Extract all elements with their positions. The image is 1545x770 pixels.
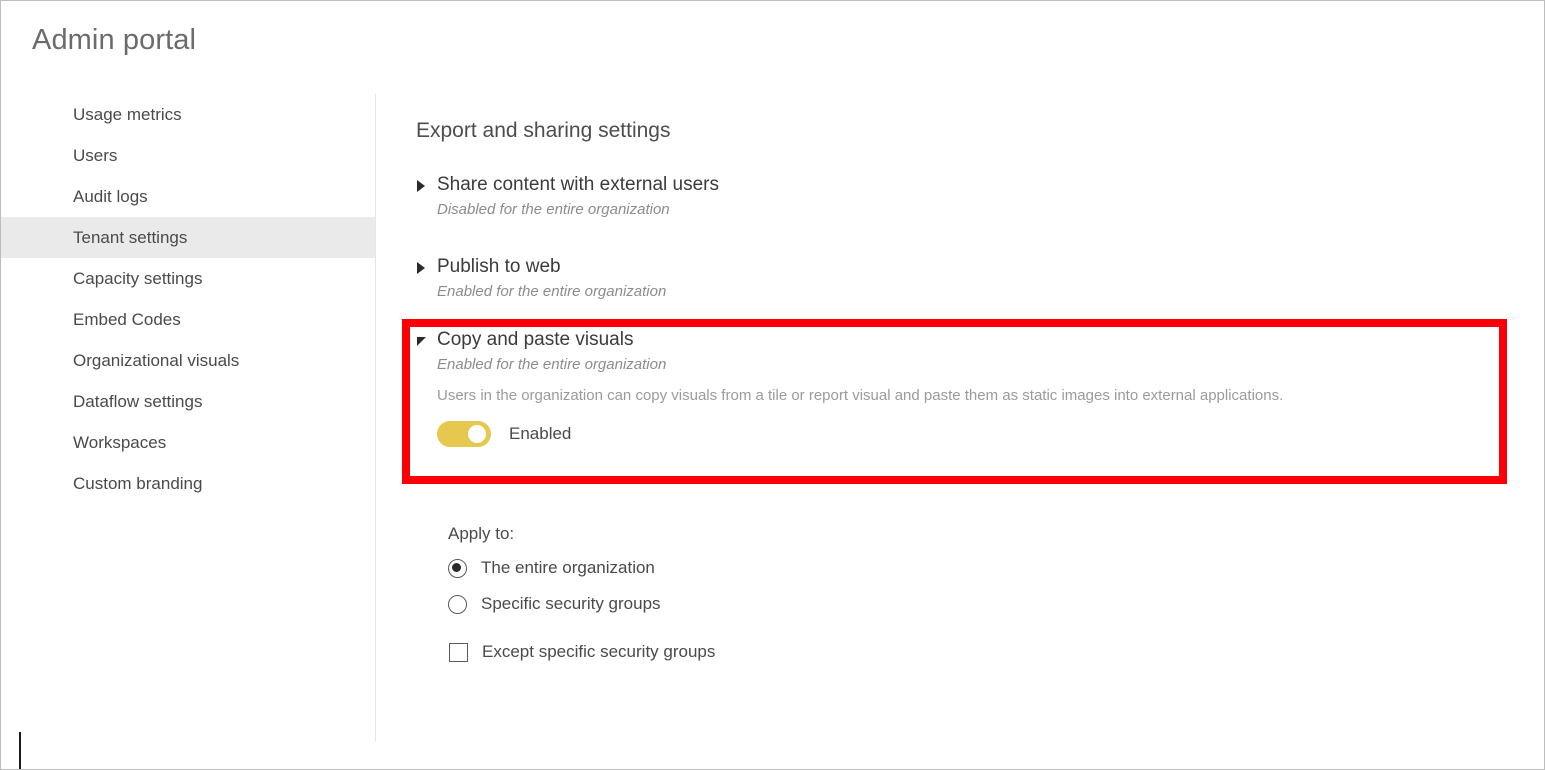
radio-icon-unselected[interactable] xyxy=(448,594,467,614)
sidebar-navigation: Usage metrics Users Audit logs Tenant se… xyxy=(1,94,376,742)
sidebar-item-label: Organizational visuals xyxy=(73,350,240,370)
setting-title: Copy and paste visuals xyxy=(437,329,634,350)
setting-status: Enabled for the entire organization xyxy=(437,283,667,300)
setting-publish-to-web: Publish to web Enabled for the entire or… xyxy=(416,254,666,303)
radio-specific-security-groups[interactable]: Specific security groups xyxy=(448,590,715,618)
chevron-right-icon[interactable] xyxy=(416,262,430,274)
setting-status: Enabled for the entire organization xyxy=(437,356,667,373)
sidebar-item-usage-metrics[interactable]: Usage metrics xyxy=(1,94,375,135)
sidebar-item-label: Dataflow settings xyxy=(73,391,203,411)
sidebar-item-embed-codes[interactable]: Embed Codes xyxy=(1,299,375,340)
sidebar-item-workspaces[interactable]: Workspaces xyxy=(1,422,375,463)
sidebar-item-label: Workspaces xyxy=(73,432,167,452)
chevron-right-icon[interactable] xyxy=(416,180,430,192)
admin-portal-page: Admin portal Usage metrics Users Audit l… xyxy=(0,0,1545,770)
corner-mark xyxy=(19,732,21,769)
radio-icon-selected[interactable] xyxy=(448,558,467,578)
sidebar-item-capacity-settings[interactable]: Capacity settings xyxy=(1,258,375,299)
sidebar-item-custom-branding[interactable]: Custom branding xyxy=(1,463,375,504)
setting-title: Share content with external users xyxy=(437,174,719,195)
setting-header[interactable]: Share content with external users xyxy=(416,172,719,198)
checkbox-label: Except specific security groups xyxy=(482,642,716,661)
checkbox-except-specific-security-groups[interactable]: Except specific security groups xyxy=(449,638,715,666)
sidebar-item-label: Embed Codes xyxy=(73,309,181,329)
radio-the-entire-organization[interactable]: The entire organization xyxy=(448,554,715,582)
setting-copy-and-paste-visuals: Copy and paste visuals Enabled for the e… xyxy=(416,327,1283,447)
setting-status: Disabled for the entire organization xyxy=(437,201,670,218)
page-title: Admin portal xyxy=(32,24,196,56)
section-heading: Export and sharing settings xyxy=(416,119,671,142)
checkbox-icon-unchecked[interactable] xyxy=(449,642,468,662)
copy-paste-toggle-row: Enabled xyxy=(437,421,1283,447)
copy-paste-toggle[interactable] xyxy=(437,421,491,447)
sidebar-item-label: Tenant settings xyxy=(73,227,188,247)
setting-description: Users in the organization can copy visua… xyxy=(437,387,1284,404)
sidebar-item-audit-logs[interactable]: Audit logs xyxy=(1,176,375,217)
main-content: Export and sharing settings Share conten… xyxy=(377,94,1544,769)
sidebar-item-label: Users xyxy=(73,145,118,165)
toggle-knob xyxy=(468,425,486,443)
sidebar-item-organizational-visuals[interactable]: Organizational visuals xyxy=(1,340,375,381)
sidebar-item-label: Custom branding xyxy=(73,473,203,493)
sidebar-item-label: Capacity settings xyxy=(73,268,203,288)
setting-title: Publish to web xyxy=(437,256,561,277)
apply-to-group: Apply to: The entire organization Specif… xyxy=(448,524,715,674)
sidebar-item-users[interactable]: Users xyxy=(1,135,375,176)
apply-to-label: Apply to: xyxy=(448,524,515,543)
sidebar-item-dataflow-settings[interactable]: Dataflow settings xyxy=(1,381,375,422)
radio-label: The entire organization xyxy=(481,558,655,577)
sidebar-item-label: Audit logs xyxy=(73,186,148,206)
sidebar-item-label: Usage metrics xyxy=(73,104,182,124)
sidebar-item-tenant-settings[interactable]: Tenant settings xyxy=(1,217,375,258)
setting-header[interactable]: Publish to web xyxy=(416,254,666,280)
chevron-down-icon[interactable] xyxy=(416,335,430,347)
toggle-state-label: Enabled xyxy=(509,424,572,443)
setting-share-content-with-external-users: Share content with external users Disabl… xyxy=(416,172,719,221)
setting-header[interactable]: Copy and paste visuals xyxy=(416,327,1283,353)
radio-label: Specific security groups xyxy=(481,594,661,613)
